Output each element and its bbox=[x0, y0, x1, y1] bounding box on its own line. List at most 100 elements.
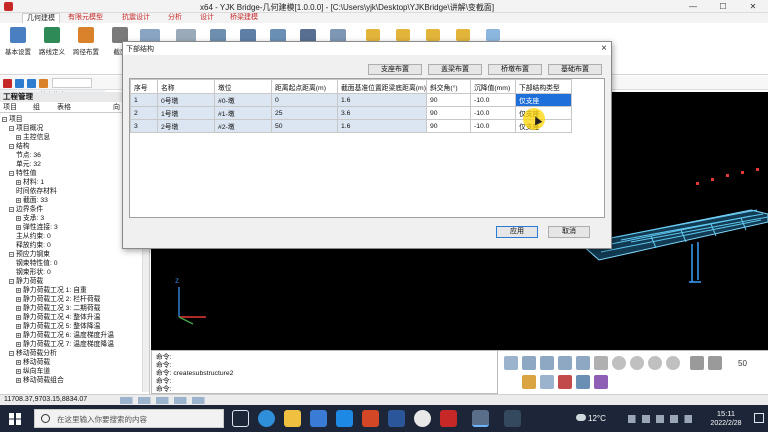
bearing-layout-button[interactable]: 支座布置 bbox=[368, 64, 422, 75]
table-row[interactable]: 2 1号墩 #1-墩 25 3.6 90 -10.0 仅支座 bbox=[130, 106, 572, 120]
ppt-icon[interactable] bbox=[362, 410, 379, 427]
tab-seismic[interactable]: 抗震设计 bbox=[118, 13, 154, 23]
apply-button[interactable]: 应用 bbox=[496, 226, 538, 238]
cell-skew[interactable]: 90 bbox=[425, 119, 471, 133]
span-layout-button[interactable]: 跨径布置 bbox=[70, 27, 102, 67]
expand-icon[interactable]: + bbox=[16, 180, 21, 186]
front-view-icon[interactable] bbox=[540, 356, 554, 370]
tab-group[interactable]: 组 bbox=[33, 103, 40, 113]
tree-item[interactable]: 钢束特性值: 0 bbox=[0, 260, 58, 269]
cell-skew[interactable]: 90 bbox=[425, 106, 471, 120]
folder-icon[interactable] bbox=[284, 410, 301, 427]
tree-item[interactable]: − 特性值 bbox=[0, 170, 36, 179]
expand-icon[interactable]: + bbox=[16, 342, 21, 348]
cap-beam-layout-button[interactable]: 盖梁布置 bbox=[428, 64, 482, 75]
zoom-all-icon[interactable] bbox=[666, 356, 680, 370]
cell-skew[interactable]: 90 bbox=[425, 93, 471, 107]
tray-icons[interactable] bbox=[628, 415, 692, 423]
expand-icon[interactable]: + bbox=[16, 378, 21, 384]
expand-icon[interactable]: + bbox=[16, 306, 21, 312]
rotate-icon[interactable] bbox=[594, 356, 608, 370]
zoom-window-icon[interactable] bbox=[630, 356, 644, 370]
collapse-icon[interactable]: − bbox=[9, 252, 14, 258]
expand-icon[interactable]: + bbox=[16, 369, 21, 375]
collapse-icon[interactable]: − bbox=[2, 117, 7, 123]
camera-icon[interactable] bbox=[708, 356, 722, 370]
tab-design[interactable]: 设计 bbox=[196, 13, 218, 23]
store-icon[interactable] bbox=[310, 410, 327, 427]
layers-icon[interactable] bbox=[39, 79, 48, 88]
tree-item[interactable]: + 静力荷载工况 3: 二期荷载 bbox=[0, 305, 100, 314]
tree-item[interactable]: − 边界条件 bbox=[0, 206, 43, 215]
dialog-titlebar[interactable]: 下部结构 × bbox=[123, 42, 611, 55]
tree-item[interactable]: + 支承: 3 bbox=[0, 215, 44, 224]
app-icon-extra[interactable] bbox=[504, 410, 521, 427]
tree-item[interactable]: + 弹性连接: 3 bbox=[0, 224, 58, 233]
select-icon[interactable] bbox=[27, 79, 36, 88]
browser-icon[interactable] bbox=[414, 410, 431, 427]
zoom-in-icon[interactable] bbox=[612, 356, 626, 370]
collapse-icon[interactable]: − bbox=[9, 144, 14, 150]
expand-icon[interactable]: + bbox=[16, 297, 21, 303]
task-view-icon[interactable] bbox=[232, 410, 249, 427]
expand-icon[interactable]: + bbox=[16, 315, 21, 321]
tree-item[interactable]: + 截面: 33 bbox=[0, 197, 48, 206]
cell-settlement[interactable]: -10.0 bbox=[469, 93, 516, 107]
tree-item[interactable]: 主从约束: 0 bbox=[0, 233, 51, 242]
taskbar-search[interactable]: 在这里输入你要搜索的内容 bbox=[34, 409, 224, 428]
expand-icon[interactable]: + bbox=[16, 333, 21, 339]
cell-settlement[interactable]: -10.0 bbox=[469, 106, 516, 120]
color-icon[interactable] bbox=[594, 375, 608, 389]
tab-geometry[interactable]: 几何建模 bbox=[22, 13, 60, 23]
tree-item[interactable]: + 静力荷载工况 5: 整体降温 bbox=[0, 323, 100, 332]
tree-item[interactable]: 时间依存材料 bbox=[0, 188, 57, 197]
cell-type[interactable]: 仅支座 bbox=[514, 93, 572, 107]
expand-icon[interactable]: + bbox=[16, 288, 21, 294]
tab-analysis[interactable]: 分析 bbox=[164, 13, 186, 23]
word-icon[interactable] bbox=[388, 410, 405, 427]
collapse-icon[interactable]: − bbox=[9, 351, 14, 357]
maximize-icon[interactable]: ☐ bbox=[708, 0, 738, 13]
shade-icon[interactable] bbox=[522, 375, 536, 389]
weather-temp[interactable]: 12°C bbox=[588, 414, 606, 423]
collapse-icon[interactable]: − bbox=[9, 171, 14, 177]
expand-icon[interactable]: + bbox=[16, 135, 21, 141]
tree-item[interactable]: 节点: 36 bbox=[0, 152, 41, 161]
tree-item[interactable]: − 静力荷载 bbox=[0, 278, 43, 287]
collapse-icon[interactable]: − bbox=[9, 279, 14, 285]
cancel-button[interactable]: 取消 bbox=[548, 226, 590, 238]
tree-item[interactable]: + 静力荷载工况 1: 自重 bbox=[0, 287, 87, 296]
pier-layout-button[interactable]: 桥墩布置 bbox=[488, 64, 542, 75]
tree-item[interactable]: + 移动荷载组合 bbox=[0, 377, 64, 386]
tree-item[interactable]: − 结构 bbox=[0, 143, 30, 152]
top-view-icon[interactable] bbox=[522, 356, 536, 370]
tree-item[interactable]: + 主控信息 bbox=[0, 134, 50, 143]
notification-icon[interactable] bbox=[754, 413, 764, 423]
table-row[interactable]: 3 2号墩 #2-墩 50 1.6 90 -10.0 仅支座 bbox=[130, 119, 572, 133]
close-icon[interactable]: × bbox=[597, 42, 611, 55]
tree-item[interactable]: + 纵向车道 bbox=[0, 368, 50, 377]
block-icon[interactable] bbox=[366, 29, 380, 41]
tree-item[interactable]: + 静力荷载工况 2: 栏杆荷载 bbox=[0, 296, 100, 305]
collapse-icon[interactable]: − bbox=[9, 207, 14, 213]
tab-direction[interactable]: 向 bbox=[113, 103, 120, 113]
tree-item[interactable]: + 材料: 1 bbox=[0, 179, 44, 188]
tab-fem-model[interactable]: 有限元模型 bbox=[64, 13, 107, 23]
light-icon[interactable] bbox=[690, 356, 704, 370]
tree-item[interactable]: − 预应力钢束 bbox=[0, 251, 50, 260]
edge-icon[interactable] bbox=[258, 410, 275, 427]
expand-icon[interactable]: + bbox=[16, 225, 21, 231]
wire-icon[interactable] bbox=[540, 375, 554, 389]
tree-item[interactable]: 释放约束: 0 bbox=[0, 242, 51, 251]
tree-item[interactable]: − 移动荷载分析 bbox=[0, 350, 57, 359]
basic-settings-button[interactable]: 基本设置 bbox=[2, 27, 34, 67]
tree-item[interactable]: 单元: 32 bbox=[0, 161, 41, 170]
tree-item[interactable]: + 移动荷载 bbox=[0, 359, 50, 368]
filter-icon[interactable] bbox=[3, 79, 12, 88]
expand-icon[interactable]: + bbox=[16, 198, 21, 204]
tab-table[interactable]: 表格 bbox=[57, 103, 71, 113]
tree-item[interactable]: − 项目概况 bbox=[0, 125, 43, 134]
tree-item[interactable]: − 项目 bbox=[0, 116, 23, 125]
filter-input[interactable] bbox=[52, 78, 92, 88]
yjk-app-icon[interactable] bbox=[472, 410, 489, 427]
